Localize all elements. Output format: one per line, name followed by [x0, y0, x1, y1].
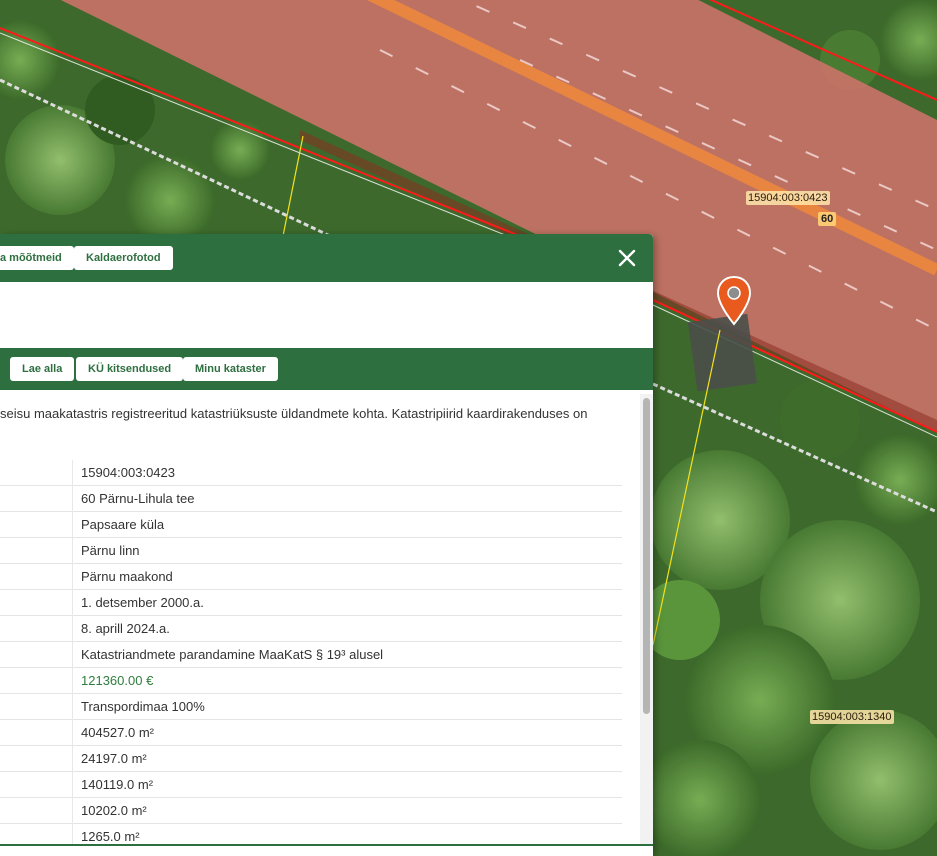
- municipality-value: Pärnu linn: [81, 543, 140, 558]
- parcel-label-forest[interactable]: 15904:003:1340: [810, 710, 894, 724]
- map-pin-icon[interactable]: [716, 276, 752, 326]
- panel-bottom-border: [0, 844, 653, 846]
- table-row: 121360.00 €: [0, 668, 622, 694]
- parcel-data-table[interactable]: 15904:003:0423 60 Pärnu-Lihula tee Papsa…: [0, 460, 640, 844]
- restrictions-button[interactable]: KÜ kitsendused: [76, 357, 184, 381]
- table-row: Pärnu maakond: [0, 564, 622, 590]
- tax-value[interactable]: 121360.00 €: [81, 673, 153, 688]
- village-value: Papsaare küla: [81, 517, 165, 532]
- table-row: Katastriandmete parandamine MaaKatS § 19…: [0, 642, 622, 668]
- table-row: 404527.0 m²: [0, 720, 622, 746]
- action-toolbar: Lae alla KÜ kitsendused Minu kataster: [0, 348, 653, 390]
- area-value: 404527.0 m²: [81, 725, 154, 740]
- table-row: Pärnu linn: [0, 538, 622, 564]
- table-row: 10202.0 m²: [0, 798, 622, 824]
- registered-date-value: 1. detsember 2000.a.: [81, 595, 204, 610]
- table-row: 8. aprill 2024.a.: [0, 616, 622, 642]
- house-number-label: 60: [818, 212, 837, 226]
- table-row: Papsaare küla: [0, 512, 622, 538]
- tab-measurements[interactable]: a mõõtmeid: [0, 246, 74, 270]
- close-icon[interactable]: [615, 246, 639, 270]
- panel-header: a mõõtmeid Kaldaerofotod: [0, 234, 653, 282]
- cadastral-info-panel: a mõõtmeid Kaldaerofotod Lae alla KÜ kit…: [0, 234, 653, 856]
- area-value: 1265.0 m²: [81, 829, 140, 844]
- area-value: 140119.0 m²: [81, 777, 154, 792]
- my-cadastre-button[interactable]: Minu kataster: [183, 357, 278, 381]
- cadastral-code-value: 15904:003:0423: [81, 465, 175, 480]
- area-value: 24197.0 m²: [81, 751, 147, 766]
- table-row: 1. detsember 2000.a.: [0, 590, 622, 616]
- area-value: 10202.0 m²: [81, 803, 147, 818]
- table-row: 60 Pärnu-Lihula tee: [0, 486, 622, 512]
- county-value: Pärnu maakond: [81, 569, 173, 584]
- change-reason-value: Katastriandmete parandamine MaaKatS § 19…: [81, 647, 384, 662]
- land-use-value: Transpordimaa 100%: [81, 699, 205, 714]
- table-row: 1265.0 m²: [0, 824, 622, 844]
- parcel-label-road[interactable]: 15904:003:0423: [746, 191, 830, 205]
- changed-date-value: 8. aprill 2024.a.: [81, 621, 170, 636]
- table-row: 140119.0 m²: [0, 772, 622, 798]
- table-row: 15904:003:0423: [0, 460, 622, 486]
- address-value: 60 Pärnu-Lihula tee: [81, 491, 195, 506]
- scrollbar-thumb[interactable]: [643, 398, 650, 714]
- table-row: 24197.0 m²: [0, 746, 622, 772]
- download-button[interactable]: Lae alla: [10, 357, 75, 381]
- table-row: Transpordimaa 100%: [0, 694, 622, 720]
- tab-oblique-aerial-photos[interactable]: Kaldaerofotod: [74, 246, 173, 270]
- intro-text: seisu maakatastris registreeritud katast…: [0, 406, 588, 421]
